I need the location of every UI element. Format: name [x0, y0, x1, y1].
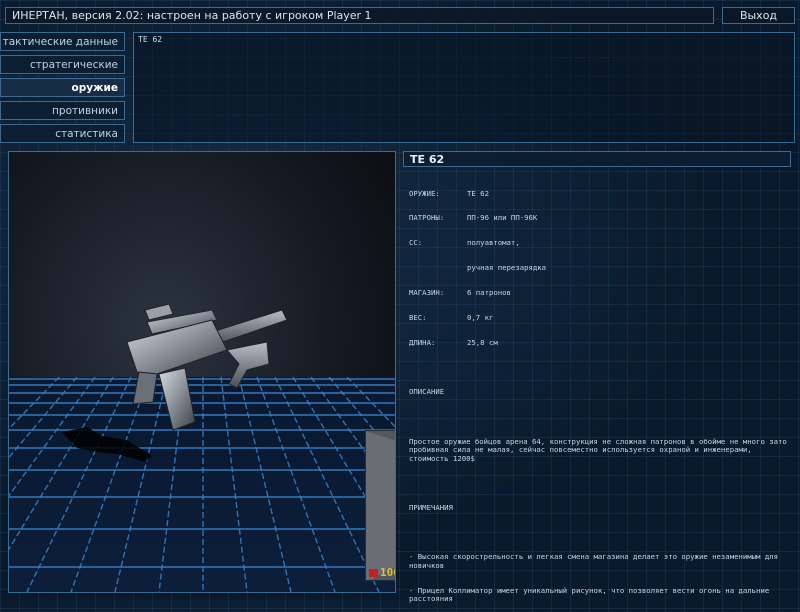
menu-item-label: противники: [52, 105, 118, 117]
weapon-info-text: ОРУЖИЕ: TE 62 ПАТРОНЫ: ПП-96 или ПП-96К СС…: [409, 173, 787, 603]
menu-item-label: статистика: [55, 128, 118, 140]
menu-item-label: оружие: [71, 82, 118, 94]
menu-item-weapons[interactable]: оружие: [0, 78, 125, 97]
spec-value: 6 патронов: [467, 288, 511, 298]
spec-key: ВЕС:: [409, 313, 427, 323]
top-panel-text: TE 62: [138, 35, 163, 44]
top-text-panel: TE 62: [133, 32, 795, 143]
spec-key: ОРУЖИЕ:: [409, 188, 440, 198]
spec-key: ПАТРОНЫ:: [409, 213, 445, 223]
note-item: - Прицел Коллиматор имеет уникальный рис…: [409, 585, 774, 603]
spec-value: ручная перезарядка: [467, 263, 547, 273]
screenshot-left-health: 100: [380, 566, 395, 579]
note-item: - Высокая скорострельность и легкая смен…: [409, 552, 783, 570]
game-screenshot-left: 300200 100: [365, 430, 395, 581]
notes-heading: ПРИМЕЧАНИЯ: [409, 502, 453, 512]
spec-row: ручная перезарядка: [409, 263, 787, 273]
spec-key: [409, 264, 467, 272]
spec-key: МАГАЗИН:: [409, 288, 445, 298]
spec-value: 0,7 кг: [467, 313, 494, 323]
description-text: Простое оружие бойцов арена 64, конструк…: [409, 436, 792, 463]
spec-row: ОРУЖИЕ: TE 62: [409, 188, 787, 198]
weapon-model-icon: [126, 303, 288, 431]
spec-row: ВЕС: 0,7 кг: [409, 313, 787, 323]
spec-key: СС:: [409, 238, 423, 248]
spec-value: 25,8 см: [467, 337, 498, 347]
screenshot-scene-left: [366, 431, 395, 580]
spec-value: ПП-96 или ПП-96К: [467, 213, 538, 223]
weapon-title-bar: TE 62: [403, 151, 791, 167]
exit-button[interactable]: Выход: [722, 7, 795, 24]
spec-value: TE 62: [467, 188, 489, 198]
exit-label: Выход: [739, 9, 778, 22]
health-icon: [369, 569, 378, 577]
spec-row: ДЛИНА: 25,8 см: [409, 337, 787, 347]
sidebar-menu: тактические данные стратегические оружие…: [0, 32, 126, 144]
spec-key: ДЛИНА:: [409, 337, 436, 347]
spec-row: МАГАЗИН: 6 патронов: [409, 288, 787, 298]
spec-row: ПАТРОНЫ: ПП-96 или ПП-96К: [409, 213, 787, 223]
weapon-title: TE 62: [410, 153, 445, 166]
title-bar: ИНЕРТАН, версия 2.02: настроен на работу…: [5, 7, 714, 24]
menu-item-strategic[interactable]: стратегические: [0, 55, 125, 74]
menu-item-tactical[interactable]: тактические данные: [0, 32, 125, 51]
menu-item-label: тактические данные: [2, 36, 118, 48]
spec-value: полуавтомат,: [467, 238, 520, 248]
spec-row: СС: полуавтомат,: [409, 238, 787, 248]
description-heading: ОПИСАНИЕ: [409, 387, 445, 397]
app-title: ИНЕРТАН, версия 2.02: настроен на работу…: [12, 9, 372, 22]
menu-item-statistics[interactable]: статистика: [0, 124, 125, 143]
menu-item-label: стратегические: [30, 59, 118, 71]
menu-item-enemies[interactable]: противники: [0, 101, 125, 120]
weapon-3d-viewer[interactable]: 300200 100 100200 100: [8, 151, 396, 593]
